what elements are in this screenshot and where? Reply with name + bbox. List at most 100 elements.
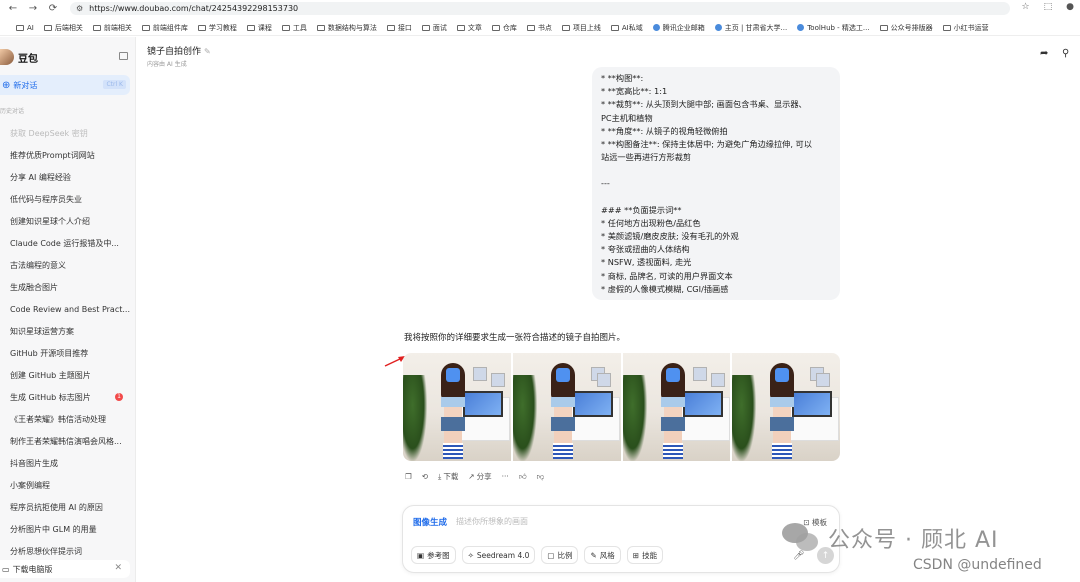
bookmark-item[interactable]: 书点 bbox=[526, 23, 552, 33]
history-item[interactable]: 分析思想伙伴提示词 bbox=[0, 540, 136, 562]
generated-image[interactable] bbox=[403, 353, 511, 461]
folder-icon bbox=[16, 24, 24, 31]
bookmark-item[interactable]: 前端组件库 bbox=[141, 23, 188, 33]
history-item-label: 生成融合图片 bbox=[10, 282, 58, 292]
history-item[interactable]: 分析图片中 GLM 的用量 bbox=[0, 518, 136, 540]
history-item[interactable]: 获取 DeepSeek 密钥 bbox=[0, 122, 136, 144]
share-icon[interactable]: ➦ bbox=[1040, 48, 1048, 59]
bookmark-item[interactable]: AI bbox=[16, 24, 34, 32]
prompt-line: * 任何地方出现粉色/品红色 bbox=[601, 217, 701, 228]
share-button[interactable]: ↗ 分享 bbox=[468, 471, 491, 482]
history-item[interactable]: 《王者荣耀》韩信活动处理 bbox=[0, 408, 136, 430]
bookmark-item[interactable]: 工具 bbox=[281, 23, 307, 33]
bookmark-item[interactable]: 数据结构与算法 bbox=[316, 23, 377, 33]
generated-image[interactable] bbox=[732, 353, 840, 461]
prompt-line bbox=[601, 164, 830, 177]
folder-icon bbox=[610, 24, 619, 31]
prompt-line: * 夸张或扭曲的人体结构 bbox=[601, 244, 690, 255]
regenerate-icon[interactable]: ⟲ bbox=[422, 472, 428, 481]
share-icon: ↗ bbox=[468, 472, 475, 481]
history-item[interactable]: 分享 AI 编程经验 bbox=[0, 166, 136, 188]
history-item[interactable]: 知识星球运营方案 bbox=[0, 320, 136, 342]
bookmark-item[interactable]: ToolHub - 精选工... bbox=[797, 23, 870, 33]
extensions-icon[interactable]: ⬚ bbox=[1044, 2, 1053, 12]
history-item[interactable]: 古法编程的意义 bbox=[0, 254, 136, 276]
prompt-line: * **裁剪**: 从头顶到大腿中部; 画面包含书桌、显示器、 bbox=[601, 99, 807, 110]
bookmark-item[interactable]: 学习教程 bbox=[197, 23, 237, 33]
history-item-label: 《王者荣耀》韩信活动处理 bbox=[10, 414, 106, 424]
grid-icon: ⊞ bbox=[632, 550, 640, 560]
history-item[interactable]: Code Review and Best Pract... bbox=[0, 298, 136, 320]
bookmark-item[interactable]: 主页 | 甘肃省大学... bbox=[714, 23, 787, 33]
pin-icon[interactable]: ⚲ bbox=[1062, 48, 1069, 59]
download-desktop-button[interactable]: ▭ 下载电脑版 ✕ bbox=[0, 560, 130, 578]
edit-icon[interactable]: ✎ bbox=[204, 47, 211, 56]
bookmark-item[interactable]: 文章 bbox=[456, 23, 482, 33]
forward-icon[interactable]: → bbox=[26, 2, 40, 16]
folder-icon bbox=[456, 24, 465, 31]
download-button[interactable]: ⤓ 下载 bbox=[438, 471, 458, 482]
bookmark-item[interactable]: 小红书运营 bbox=[942, 23, 989, 33]
new-chat-button[interactable]: ⊕ 新对话 Ctrl K bbox=[0, 75, 130, 95]
bookmark-label: 文章 bbox=[467, 23, 482, 32]
site-info-icon[interactable]: ⚙ bbox=[76, 4, 83, 13]
style-button[interactable]: ✎ 风格 bbox=[584, 546, 621, 564]
prompt-input[interactable]: 描述你所想象的画面 bbox=[456, 516, 528, 527]
folder-icon bbox=[942, 24, 951, 31]
history-item[interactable]: GitHub 开源项目推荐 bbox=[0, 342, 136, 364]
bookmark-item[interactable]: 课程 bbox=[246, 23, 272, 33]
profile-icon[interactable]: ● bbox=[1066, 2, 1074, 12]
ratio-button[interactable]: ▢ 比例 bbox=[541, 546, 579, 564]
history-item[interactable]: 低代码与程序员失业 bbox=[0, 188, 136, 210]
history-item[interactable]: 制作王者荣耀韩信演唱会风格... bbox=[0, 430, 136, 452]
ratio-label: 比例 bbox=[557, 550, 573, 560]
more-icon[interactable]: ··· bbox=[502, 472, 509, 481]
bookmark-item[interactable]: 后端相关 bbox=[43, 23, 83, 33]
history-item[interactable]: 推荐优质Prompt词网站 bbox=[0, 144, 136, 166]
bookmark-item[interactable]: AI私域 bbox=[610, 23, 643, 33]
bookmark-item[interactable]: 前端相关 bbox=[92, 23, 132, 33]
reference-image-label: 参考图 bbox=[427, 550, 450, 560]
wechat-watermark: 公众号 · 顾北 AI bbox=[780, 521, 999, 555]
desktop-icon: ▭ bbox=[2, 564, 10, 574]
reload-icon[interactable]: ⟳ bbox=[46, 2, 60, 16]
bookmark-item[interactable]: 面试 bbox=[421, 23, 447, 33]
thumbs-down-icon[interactable]: 👎︎ bbox=[537, 472, 545, 482]
history-item[interactable]: 创建 GitHub 主题图片 bbox=[0, 364, 136, 386]
history-item[interactable]: 小案例编程 bbox=[0, 474, 136, 496]
history-item[interactable]: 生成 GitHub 标志图片 1 bbox=[0, 386, 136, 408]
history-item[interactable]: 生成融合图片 bbox=[0, 276, 136, 298]
history-item-label: Code Review and Best Pract... bbox=[10, 304, 130, 314]
generated-image[interactable] bbox=[622, 353, 731, 461]
history-item-label: 低代码与程序员失业 bbox=[10, 194, 82, 204]
bookmark-star-icon[interactable]: ☆ bbox=[1022, 2, 1030, 12]
history-item-label: Claude Code 运行报错及中... bbox=[10, 238, 119, 248]
history-item[interactable]: 程序员抗拒使用 AI 的原因 bbox=[0, 496, 136, 518]
bookmark-item[interactable]: 公众号排版器 bbox=[879, 23, 933, 33]
model-select[interactable]: ✧ Seedream 4.0 bbox=[461, 546, 536, 564]
chat-title[interactable]: 镜子自拍创作 ✎ bbox=[147, 44, 211, 57]
wechat-logo bbox=[780, 521, 820, 555]
brand-name: 豆包 bbox=[18, 53, 38, 65]
reference-image-button[interactable]: ▣ 参考图 bbox=[411, 546, 456, 564]
back-icon[interactable]: ← bbox=[6, 2, 20, 16]
bookmark-item[interactable]: 项目上线 bbox=[561, 23, 601, 33]
history-item[interactable]: 抖音图片生成 bbox=[0, 452, 136, 474]
sidebar-collapse-icon[interactable] bbox=[119, 52, 128, 60]
sidebar: 豆包 ⊕ 新对话 Ctrl K 历史对话 获取 DeepSeek 密钥 推荐优质P… bbox=[0, 37, 136, 582]
history-item[interactable]: 创建知识星球个人介绍 bbox=[0, 210, 136, 232]
bookmark-label: AI bbox=[27, 23, 34, 32]
copy-icon[interactable]: ❐ bbox=[405, 472, 412, 481]
generated-image[interactable] bbox=[512, 353, 621, 461]
close-icon[interactable]: ✕ bbox=[114, 563, 122, 573]
history-item[interactable]: Claude Code 运行报错及中... bbox=[0, 232, 136, 254]
address-bar[interactable]: ⚙ https://www.doubao.com/chat/2425439229… bbox=[70, 2, 1010, 15]
image-generation-mode[interactable]: 图像生成 bbox=[413, 516, 447, 528]
skill-button[interactable]: ⊞ 技能 bbox=[626, 546, 664, 564]
bookmark-item[interactable]: 接口 bbox=[386, 23, 412, 33]
prompt-line: * NSFW, 透视面料, 走光 bbox=[601, 257, 692, 268]
bookmark-item[interactable]: 仓库 bbox=[491, 23, 517, 33]
thumbs-up-icon[interactable]: 👍︎ bbox=[519, 472, 527, 482]
bookmark-item[interactable]: 腾讯企业邮箱 bbox=[652, 23, 705, 33]
prompt-line: --- bbox=[601, 178, 610, 189]
